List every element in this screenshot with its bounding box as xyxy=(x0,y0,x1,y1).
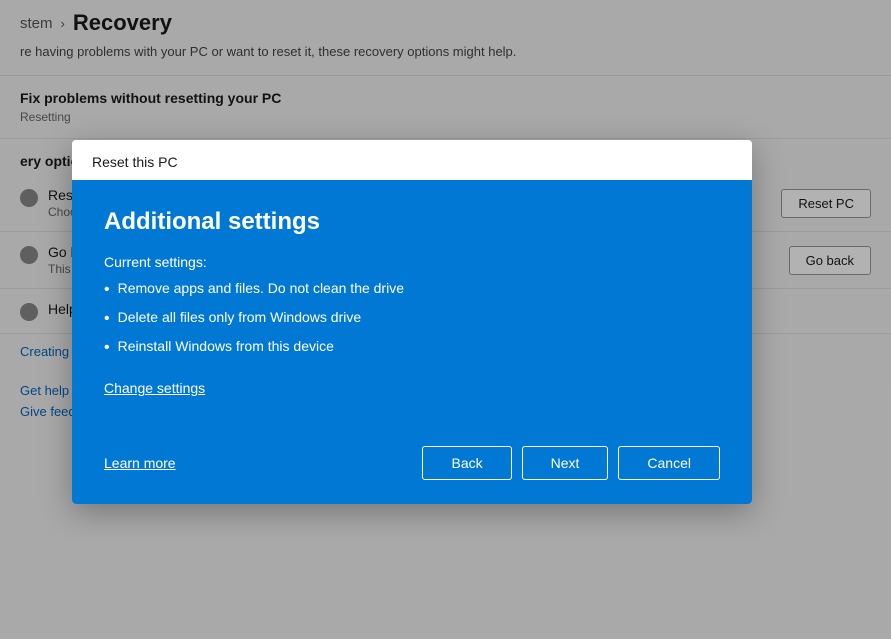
dialog-header-label: Reset this PC xyxy=(92,154,178,170)
cancel-button[interactable]: Cancel xyxy=(618,446,720,480)
dialog-title: Additional settings xyxy=(104,208,720,236)
dialog-bullet-1: • Remove apps and files. Do not clean th… xyxy=(104,280,720,301)
back-button[interactable]: Back xyxy=(422,446,511,480)
dialog-bullet-3: • Reinstall Windows from this device xyxy=(104,338,720,359)
change-settings-link[interactable]: Change settings xyxy=(104,380,205,396)
dialog-body: Additional settings Current settings: • … xyxy=(72,180,752,430)
dialog-footer: Learn more Back Next Cancel xyxy=(72,430,752,504)
bullet-dot-3: • xyxy=(104,338,110,359)
bullet-dot-1: • xyxy=(104,280,110,301)
next-button[interactable]: Next xyxy=(522,446,609,480)
bullet-text-3: Reinstall Windows from this device xyxy=(118,338,334,354)
footer-buttons: Back Next Cancel xyxy=(422,446,720,480)
dialog-bullet-2: • Delete all files only from Windows dri… xyxy=(104,309,720,330)
bullet-text-1: Remove apps and files. Do not clean the … xyxy=(118,280,404,296)
additional-settings-dialog: Reset this PC Additional settings Curren… xyxy=(72,140,752,504)
dialog-header: Reset this PC xyxy=(72,140,752,180)
learn-more-link[interactable]: Learn more xyxy=(104,455,176,471)
bullet-dot-2: • xyxy=(104,309,110,330)
bullet-text-2: Delete all files only from Windows drive xyxy=(118,309,362,325)
dialog-current-settings-label: Current settings: xyxy=(104,254,720,270)
